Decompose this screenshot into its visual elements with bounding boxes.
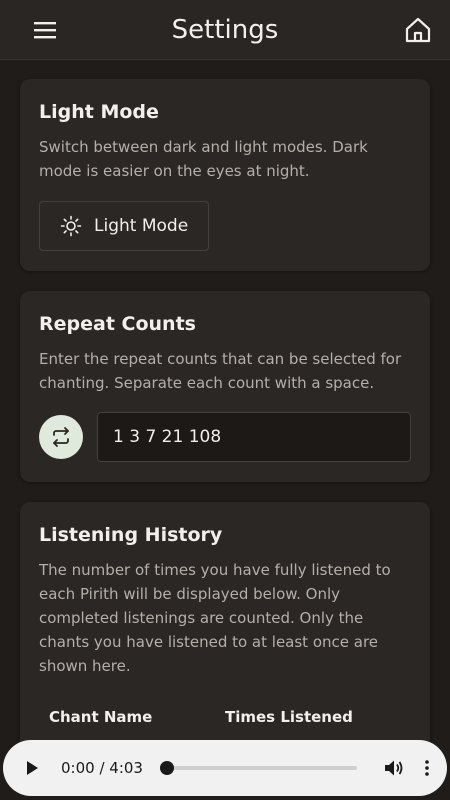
column-header-times-listened: Times Listened [225,708,353,726]
repeat-counts-card: Repeat Counts Enter the repeat counts th… [20,291,430,482]
volume-icon[interactable] [383,757,405,779]
repeat-counts-input[interactable] [97,412,411,462]
light-mode-card: Light Mode Switch between dark and light… [20,79,430,271]
seek-knob[interactable] [159,761,174,775]
hamburger-menu-icon[interactable] [32,16,60,44]
light-mode-title: Light Mode [39,101,159,123]
repeat-counts-title: Repeat Counts [39,313,196,335]
page-title: Settings [171,14,279,45]
play-icon[interactable] [25,760,41,776]
column-header-chant-name: Chant Name [49,708,153,726]
light-mode-button-label: Light Mode [94,216,189,236]
audio-player: 0:00 / 4:03 [3,740,447,796]
player-time: 0:00 / 4:03 [61,759,143,777]
history-table-header: Chant Name Times Listened [39,708,411,726]
repeat-counts-row [39,412,411,462]
listening-history-description: The number of times you have fully liste… [39,561,391,675]
top-app-bar: Settings [0,0,450,60]
light-mode-description: Switch between dark and light modes. Dar… [39,138,368,180]
seek-slider[interactable] [159,761,357,775]
listening-history-title: Listening History [39,524,223,546]
repeat-counts-description: Enter the repeat counts that can be sele… [39,350,402,392]
sun-icon [60,215,82,237]
more-vertical-icon[interactable] [423,757,431,779]
settings-content: Light Mode Switch between dark and light… [0,60,450,766]
repeat-icon [39,415,83,459]
light-mode-button[interactable]: Light Mode [39,201,210,251]
listening-history-card: Listening History The number of times yo… [20,502,430,766]
home-icon[interactable] [404,16,432,44]
